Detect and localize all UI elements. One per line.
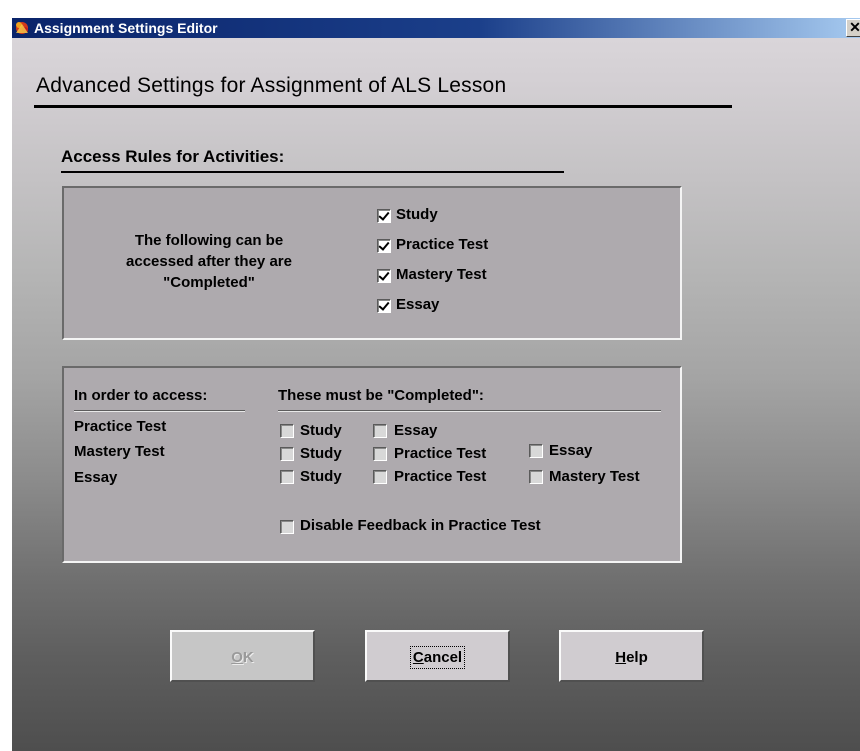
prereq-practice-test-checkbox[interactable] — [373, 447, 387, 461]
essay-label: Essay — [396, 296, 440, 313]
essay-checkbox[interactable] — [377, 299, 391, 313]
help-label: elp — [626, 649, 648, 666]
prereq-mastery-test-label: Mastery Test — [549, 468, 640, 485]
prereq-practice-test-label: Practice Test — [394, 445, 487, 462]
mastery-test-label: Mastery Test — [396, 266, 487, 283]
disable-feedback-checkbox[interactable] — [280, 520, 294, 534]
prereq-study-label: Study — [300, 468, 342, 485]
in-order-to-access-header: In order to access: — [74, 387, 208, 404]
target-mastery-test: Mastery Test — [74, 443, 165, 460]
prereq-study-checkbox[interactable] — [280, 470, 294, 484]
prereq-practice-test-label: Practice Test — [394, 468, 487, 485]
ok-button[interactable]: OK — [170, 630, 315, 682]
prereq-study-label: Study — [300, 422, 342, 439]
prereq-study-checkbox[interactable] — [280, 424, 294, 438]
window-title: Assignment Settings Editor — [34, 20, 218, 36]
access-rules-note: The following can be accessed after they… — [94, 230, 324, 293]
study-checkbox[interactable] — [377, 209, 391, 223]
note-line: accessed after they are — [126, 253, 292, 270]
study-label: Study — [396, 206, 438, 223]
cancel-mnemonic: C — [412, 649, 424, 666]
title-divider — [34, 105, 732, 108]
right-column-divider — [278, 410, 661, 411]
mastery-test-checkbox[interactable] — [377, 269, 391, 283]
target-essay: Essay — [74, 469, 118, 486]
prereq-mastery-test-checkbox[interactable] — [529, 470, 543, 484]
prereq-study-checkbox[interactable] — [280, 447, 294, 461]
note-line: The following can be — [134, 232, 284, 249]
prereq-essay-checkbox[interactable] — [529, 444, 543, 458]
left-column-divider — [74, 410, 245, 411]
app-logo-icon — [16, 22, 28, 34]
prereq-essay-label: Essay — [394, 422, 438, 439]
practice-test-label: Practice Test — [396, 236, 489, 253]
close-icon[interactable]: ✕ — [846, 19, 860, 37]
ok-mnemonic: O — [231, 649, 243, 666]
cancel-label: ancel — [423, 649, 463, 666]
prereq-essay-checkbox[interactable] — [373, 424, 387, 438]
ok-label: K — [242, 649, 254, 666]
help-mnemonic: H — [615, 649, 627, 666]
access-rules-title: Access Rules for Activities: — [61, 147, 285, 166]
cancel-button[interactable]: Cancel — [365, 630, 510, 682]
page-title: Advanced Settings for Assignment of ALS … — [36, 74, 507, 97]
access-rules-panel: The following can be accessed after they… — [62, 186, 682, 340]
must-be-completed-header: These must be "Completed": — [278, 387, 484, 404]
prerequisites-panel: In order to access: These must be "Compl… — [62, 366, 682, 563]
disable-feedback-label: Disable Feedback in Practice Test — [300, 517, 541, 534]
access-rules-divider — [61, 171, 564, 173]
assignment-settings-window: Assignment Settings Editor ✕ Advanced Se… — [12, 18, 860, 751]
prereq-essay-label: Essay — [549, 442, 593, 459]
prereq-practice-test-checkbox[interactable] — [373, 470, 387, 484]
note-line: "Completed" — [163, 274, 255, 291]
target-practice-test: Practice Test — [74, 418, 167, 435]
title-bar[interactable]: Assignment Settings Editor ✕ — [12, 18, 860, 38]
practice-test-checkbox[interactable] — [377, 239, 391, 253]
prereq-study-label: Study — [300, 445, 342, 462]
help-button[interactable]: Help — [559, 630, 704, 682]
